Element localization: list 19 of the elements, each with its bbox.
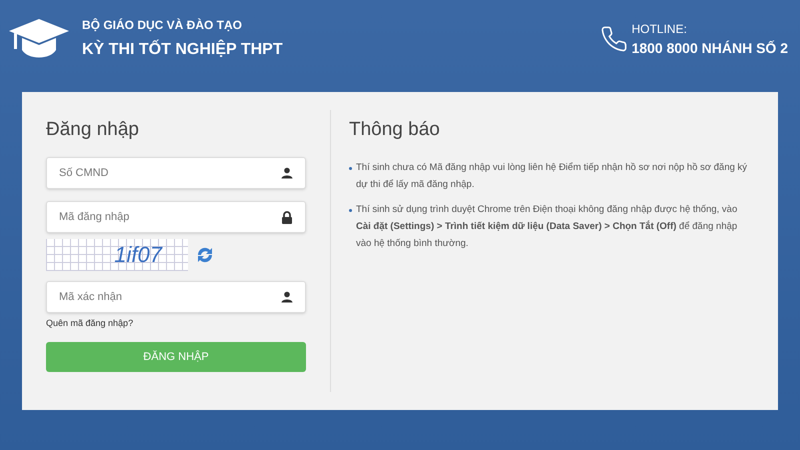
captcha-image: 1if07	[46, 238, 188, 270]
login-title: Đăng nhập	[46, 118, 140, 142]
bullet-icon	[349, 208, 352, 212]
hotline-number: 1800 8000 NHÁNH SỐ 2	[632, 38, 788, 58]
input-field[interactable]: Số CMND	[46, 156, 306, 188]
input-field[interactable]: Mã xác nhận	[46, 280, 306, 312]
exam-title: KỲ THI TỐT NGHIỆP THPT	[82, 38, 283, 60]
ministry-name: BỘ GIÁO DỤC VÀ ĐÀO TẠO	[82, 17, 244, 34]
lock-icon	[281, 210, 293, 224]
user-icon	[281, 166, 293, 178]
notice-text: Thí sinh sử dụng trình duyệt Chrome trên Điện thoại không đăng nhập được hệ thống, vào Cài đặt (Settings) > Trình tiết kiệm dữ liệu (Data Saver) > Chọn Tắt (Off) để đăng nhập vào hệ thống bình thường.	[356, 202, 738, 250]
input-field[interactable]: Mã đăng nhập	[46, 200, 306, 232]
phone-icon	[600, 25, 628, 53]
notice-title: Thông báo	[349, 118, 441, 142]
hotline-label: HOTLINE:	[632, 20, 688, 38]
bullet-icon	[349, 166, 352, 170]
forgot-link[interactable]: Quên mã đăng nhập?	[46, 316, 330, 330]
notice-text: Thí sinh chưa có Mã đăng nhập vui lòng liên hệ Điểm tiếp nhận hồ sơ nơi nộp hồ sơ đăng ký dự thi để lấy mã đăng nhập.	[356, 160, 748, 192]
user-icon	[281, 290, 293, 302]
